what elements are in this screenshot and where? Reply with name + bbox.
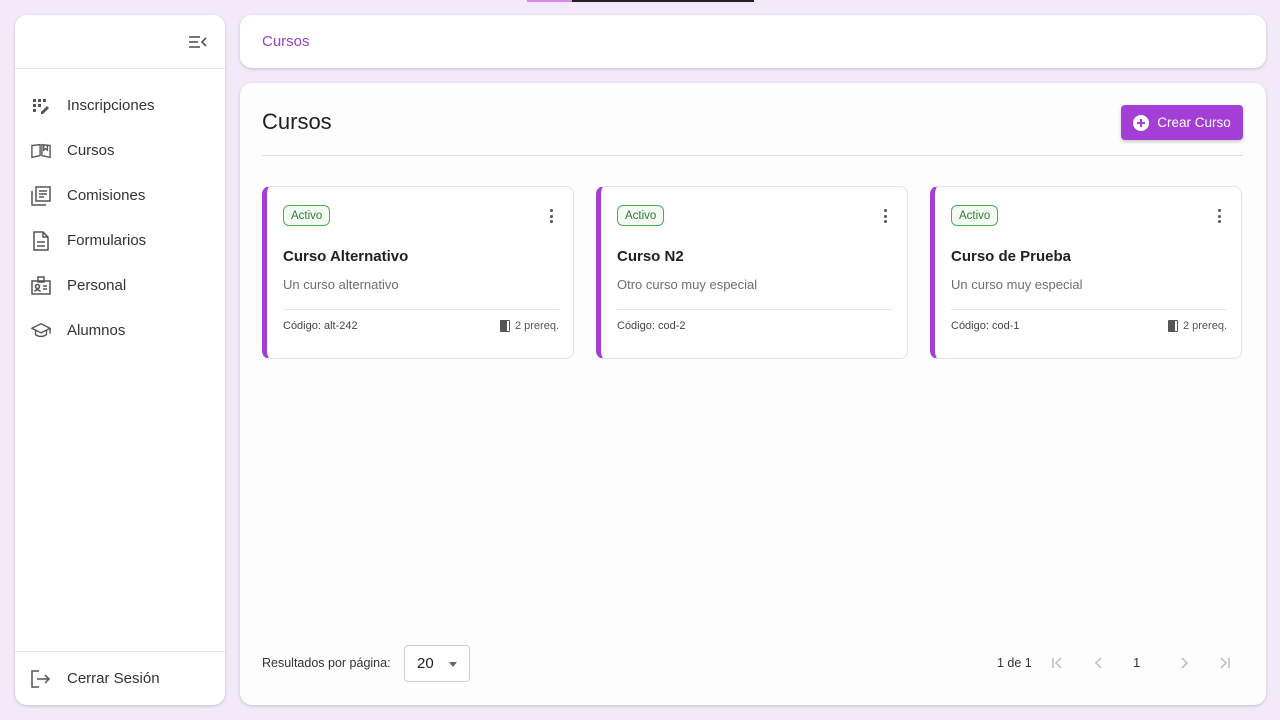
course-description: Otro curso muy especial — [617, 277, 758, 292]
sidebar-item-label: Comisiones — [67, 187, 146, 204]
prerequisites-count: 2 prereq. — [514, 320, 559, 332]
logout-button[interactable]: Cerrar Sesión — [15, 651, 225, 705]
sidebar-item-formularios[interactable]: Formularios — [15, 218, 225, 263]
course-title: Curso N2 — [617, 248, 684, 265]
create-course-button[interactable]: Crear Curso — [1121, 105, 1243, 140]
course-code: Código: cod-2 — [617, 320, 686, 332]
book-icon — [1167, 320, 1178, 332]
first-page-icon[interactable] — [1044, 650, 1070, 676]
course-code: Código: cod-1 — [951, 320, 1020, 332]
document-icon — [31, 230, 51, 251]
rows-per-page-value: 20 — [417, 655, 434, 672]
status-badge: Activo — [283, 205, 331, 226]
top-progress-accent — [527, 0, 754, 2]
course-code: Código: alt-242 — [283, 320, 358, 332]
course-card-list: Activo Curso Alternativo Un curso altern… — [262, 186, 1242, 359]
course-description: Un curso muy especial — [951, 277, 1083, 292]
sidebar-item-alumnos[interactable]: Alumnos — [15, 308, 225, 353]
card-divider — [283, 309, 559, 310]
book-icon — [499, 320, 510, 332]
rows-per-page-select[interactable]: 20 — [404, 645, 470, 682]
sidebar-item-label: Formularios — [67, 232, 147, 249]
course-card[interactable]: Activo Curso Alternativo Un curso altern… — [262, 186, 574, 359]
card-divider — [951, 309, 1227, 310]
prerequisites-info: 2 prereq. — [499, 320, 559, 332]
divider — [262, 155, 1243, 156]
course-description: Un curso alternativo — [283, 277, 399, 292]
last-page-icon[interactable] — [1212, 650, 1238, 676]
collapse-menu-icon[interactable] — [187, 31, 209, 53]
id-badge-icon — [31, 275, 51, 296]
logout-label: Cerrar Sesión — [67, 670, 160, 687]
sidebar-item-comisiones[interactable]: Comisiones — [15, 173, 225, 218]
main-panel: Cursos Crear Curso Activo Curso Alternat… — [240, 83, 1266, 705]
prerequisites-count: 2 prereq. — [1182, 320, 1227, 332]
card-divider — [617, 309, 893, 310]
prerequisites-info: 2 prereq. — [1167, 320, 1227, 332]
sidebar-header — [15, 15, 225, 69]
course-title: Curso de Prueba — [951, 248, 1072, 265]
logout-icon — [31, 669, 51, 689]
course-card[interactable]: Activo Curso N2 Otro curso muy especial … — [596, 186, 908, 359]
sidebar-item-inscripciones[interactable]: Inscripciones — [15, 83, 225, 128]
rows-per-page-label: Resultados por página: — [262, 656, 391, 670]
next-page-icon[interactable] — [1171, 650, 1197, 676]
sidebar: Inscripciones Cursos Comisiones Formular… — [15, 15, 225, 705]
list-icon — [31, 185, 51, 206]
dropdown-arrow-icon — [449, 662, 457, 667]
course-title: Curso Alternativo — [283, 248, 409, 265]
graduation-cap-icon — [31, 321, 51, 341]
status-badge: Activo — [617, 205, 665, 226]
previous-page-icon[interactable] — [1086, 650, 1112, 676]
breadcrumb-item-cursos[interactable]: Cursos — [262, 33, 310, 50]
more-options-icon[interactable] — [877, 207, 893, 225]
book-open-icon — [31, 141, 51, 161]
sidebar-item-personal[interactable]: Personal — [15, 263, 225, 308]
course-card[interactable]: Activo Curso de Prueba Un curso muy espe… — [930, 186, 1242, 359]
more-options-icon[interactable] — [1211, 207, 1227, 225]
current-page-number[interactable]: 1 — [1133, 655, 1140, 670]
sidebar-item-label: Inscripciones — [67, 97, 155, 114]
create-course-label: Crear Curso — [1157, 115, 1231, 130]
page-info: 1 de 1 — [997, 656, 1032, 670]
sidebar-item-label: Personal — [67, 277, 127, 294]
page-title: Cursos — [262, 109, 332, 134]
sidebar-item-cursos[interactable]: Cursos — [15, 128, 225, 173]
more-options-icon[interactable] — [543, 207, 559, 225]
sidebar-item-label: Alumnos — [67, 322, 126, 339]
sidebar-item-label: Cursos — [67, 142, 115, 159]
breadcrumb: Cursos — [240, 15, 1266, 68]
add-circle-icon — [1133, 114, 1150, 131]
sidebar-nav: Inscripciones Cursos Comisiones Formular… — [15, 69, 225, 651]
status-badge: Activo — [951, 205, 999, 226]
inscripciones-icon — [31, 96, 51, 116]
